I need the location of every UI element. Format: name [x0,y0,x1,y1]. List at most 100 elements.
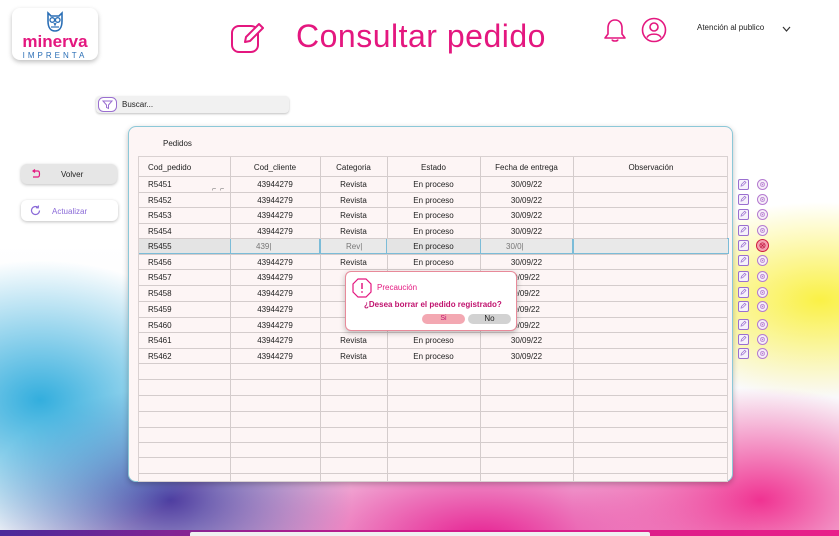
column-header[interactable]: Categoria [320,163,387,172]
back-arrow-icon [32,169,41,178]
search-input[interactable] [122,98,282,111]
delete-icon[interactable] [756,239,769,252]
edit-icon[interactable] [738,348,749,359]
confirm-no-button[interactable]: No [468,314,511,324]
edit-icon[interactable] [738,240,749,251]
column-divider [230,157,231,481]
refresh-button[interactable]: Actualizar [21,200,118,221]
edit-icon[interactable] [738,209,749,220]
table-cell: Revista [340,196,367,205]
delete-icon[interactable] [757,301,768,312]
brand-logo[interactable]: minerva IMPRENTA [12,8,98,60]
table-cell: R5453 [148,211,172,220]
delete-icon[interactable] [757,287,768,298]
table-cell: 439| [256,242,272,251]
edit-icon[interactable] [738,271,749,282]
table-cell: Revista [340,336,367,345]
row-divider [139,427,727,428]
edit-icon[interactable] [738,319,749,330]
table-cell: R5451 [148,180,172,189]
table-cell: R5459 [148,305,172,314]
search-bar [96,96,289,113]
table-cell: En proceso [413,227,454,236]
row-divider [139,457,727,458]
edit-icon[interactable] [738,225,749,236]
user-icon[interactable] [641,17,667,43]
row-divider [139,192,727,193]
delete-icon[interactable] [757,194,768,205]
confirm-dialog: Precaución ¿Desea borrar el pedido regis… [345,271,517,331]
table-cell: R5458 [148,289,172,298]
table-cell: R5452 [148,196,172,205]
table-cell: 30/09/22 [510,180,543,189]
delete-icon[interactable] [757,319,768,330]
row-divider [139,395,727,396]
chevron-down-icon[interactable] [782,26,791,33]
delete-icon[interactable] [757,348,768,359]
table-cell: R5460 [148,321,172,330]
column-header[interactable]: Observación [573,163,729,172]
table-cell: En proceso [413,352,454,361]
edit-cell[interactable] [573,238,729,254]
table-cell: Revista [340,211,367,220]
delete-icon[interactable] [757,209,768,220]
table-cell: R5454 [148,227,172,236]
table-cell: 43944279 [257,352,293,361]
edit-cell[interactable] [230,238,320,254]
table-cell: 30/09/22 [510,211,543,220]
dialog-message: ¿Desea borrar el pedido registrado? [364,300,502,309]
table-cell: 30/0| [506,242,524,251]
delete-icon[interactable] [757,334,768,345]
column-header[interactable]: Estado [387,163,480,172]
back-button-label: Volver [61,170,84,179]
confirm-yes-button[interactable]: Si [422,314,465,324]
table-cell: Rev| [346,242,363,251]
table-cell: Revista [340,227,367,236]
column-header[interactable]: Cod_pedido [148,163,191,172]
bell-icon[interactable] [603,17,627,43]
dialog-title: Precaución [377,283,418,292]
table-cell: En proceso [413,258,454,267]
table-cell: 43944279 [257,273,293,282]
resize-handle[interactable]: ⌐ ⌐ [212,186,225,193]
refresh-button-label: Actualizar [52,207,88,216]
edit-cell[interactable] [480,238,573,254]
warning-icon [352,278,372,298]
row-divider [139,379,727,380]
brand-subtitle: IMPRENTA [22,51,88,60]
table-cell: 43944279 [257,305,293,314]
column-header[interactable]: Fecha de entrega [480,163,573,172]
row-divider [139,238,727,239]
row-divider [139,254,727,255]
table-cell: 43944279 [257,321,293,330]
back-button[interactable]: Volver [21,164,117,184]
edit-icon[interactable] [738,287,749,298]
filter-icon[interactable] [98,97,117,112]
row-divider [139,442,727,443]
row-divider [139,269,727,270]
table-cell: En proceso [413,196,454,205]
delete-icon[interactable] [757,225,768,236]
table-cell: En proceso [413,180,454,189]
table-cell: R5456 [148,258,172,267]
column-divider [573,157,574,481]
table-cell: Revista [340,180,367,189]
edit-icon[interactable] [738,301,749,312]
brand-name: minerva [22,32,88,51]
edit-icon[interactable] [738,179,749,190]
table-cell: R5462 [148,352,172,361]
delete-icon[interactable] [757,271,768,282]
column-header[interactable]: Cod_cliente [230,163,320,172]
table-cell: 43944279 [257,180,293,189]
user-name[interactable]: Atención al publico [697,23,764,32]
edit-icon[interactable] [738,334,749,345]
page-title: Consultar pedido [296,18,546,54]
delete-icon[interactable] [757,255,768,266]
row-divider [139,348,727,349]
table-cell: 30/09/22 [510,196,543,205]
row-divider [139,363,727,364]
edit-icon[interactable] [738,255,749,266]
delete-icon[interactable] [757,179,768,190]
owl-icon [47,11,63,32]
edit-icon[interactable] [738,194,749,205]
